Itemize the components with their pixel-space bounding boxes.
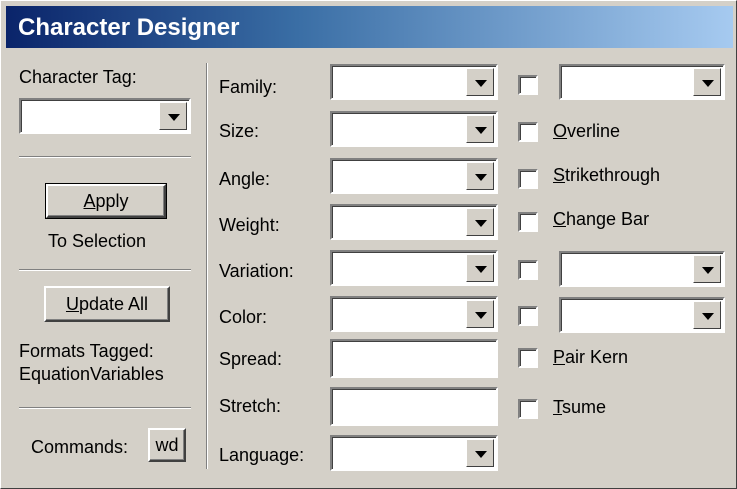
language-combo[interactable] xyxy=(330,435,498,471)
commands-label: Commands: xyxy=(31,437,129,457)
chevron-down-icon[interactable] xyxy=(466,254,494,282)
stretch-label: Stretch: xyxy=(219,396,282,416)
family-combo[interactable] xyxy=(330,64,498,100)
capitalization-checkbox[interactable] xyxy=(518,306,538,326)
character-tag-label: Character Tag: xyxy=(19,67,137,87)
angle-combo[interactable] xyxy=(330,158,498,194)
tsume-label: Tsume xyxy=(553,397,607,417)
chevron-down-icon[interactable] xyxy=(466,439,494,467)
chevron-down-icon[interactable] xyxy=(159,102,187,130)
formats-tagged-label: Formats Tagged: xyxy=(19,341,154,361)
update-all-button-label: Update All xyxy=(65,293,149,314)
spread-label: Spread: xyxy=(219,349,283,369)
chevron-down-icon[interactable] xyxy=(466,300,494,328)
strikethrough-label: Strikethrough xyxy=(553,165,661,185)
chevron-down-icon[interactable] xyxy=(693,68,721,96)
superscript-combo[interactable] xyxy=(559,251,725,287)
spread-field[interactable] xyxy=(330,339,498,378)
change-bar-checkbox[interactable] xyxy=(518,212,538,232)
family-label: Family: xyxy=(219,77,277,97)
pair-kern-checkbox[interactable] xyxy=(518,348,538,368)
commands-button[interactable]: wd xyxy=(148,428,186,462)
overline-label: Overline xyxy=(553,121,621,141)
formats-tagged-value: EquationVariables xyxy=(19,364,164,384)
character-tag-combo[interactable] xyxy=(19,98,191,134)
angle-label: Angle: xyxy=(219,169,271,189)
stretch-field[interactable] xyxy=(330,387,498,426)
language-label: Language: xyxy=(219,445,305,465)
size-label: Size: xyxy=(219,121,260,141)
chevron-down-icon[interactable] xyxy=(466,115,494,143)
color-combo[interactable] xyxy=(330,296,498,332)
weight-combo[interactable] xyxy=(330,204,498,240)
variation-label: Variation: xyxy=(219,261,294,281)
apply-button-label: Apply xyxy=(83,190,129,211)
chevron-down-icon[interactable] xyxy=(693,301,721,329)
variation-combo[interactable] xyxy=(330,250,498,286)
chevron-down-icon[interactable] xyxy=(466,162,494,190)
vertical-separator xyxy=(206,63,208,469)
window-title: Character Designer xyxy=(18,14,240,41)
color-label: Color: xyxy=(219,307,268,327)
capitalization-combo[interactable] xyxy=(559,297,725,333)
chevron-down-icon[interactable] xyxy=(466,208,494,236)
pair-kern-label: Pair Kern xyxy=(553,347,629,367)
update-all-button[interactable]: Update All xyxy=(44,286,170,322)
chevron-down-icon[interactable] xyxy=(693,255,721,283)
overline-checkbox[interactable] xyxy=(518,122,538,142)
separator xyxy=(19,156,191,158)
underline-checkbox[interactable] xyxy=(518,75,538,95)
strikethrough-checkbox[interactable] xyxy=(518,169,538,189)
superscript-checkbox[interactable] xyxy=(518,260,538,280)
size-combo[interactable] xyxy=(330,111,498,147)
separator xyxy=(19,269,191,271)
chevron-down-icon[interactable] xyxy=(466,68,494,96)
apply-button[interactable]: Apply xyxy=(45,183,167,219)
separator xyxy=(19,407,191,409)
title-bar: Character Designer xyxy=(6,6,733,48)
change-bar-label: Change Bar xyxy=(553,209,650,229)
underline-style-combo[interactable] xyxy=(559,64,725,100)
to-selection-label: To Selection xyxy=(48,231,147,251)
character-designer-window: Character Designer Character Tag: Apply … xyxy=(0,0,737,489)
tsume-checkbox[interactable] xyxy=(518,399,538,419)
weight-label: Weight: xyxy=(219,215,280,235)
